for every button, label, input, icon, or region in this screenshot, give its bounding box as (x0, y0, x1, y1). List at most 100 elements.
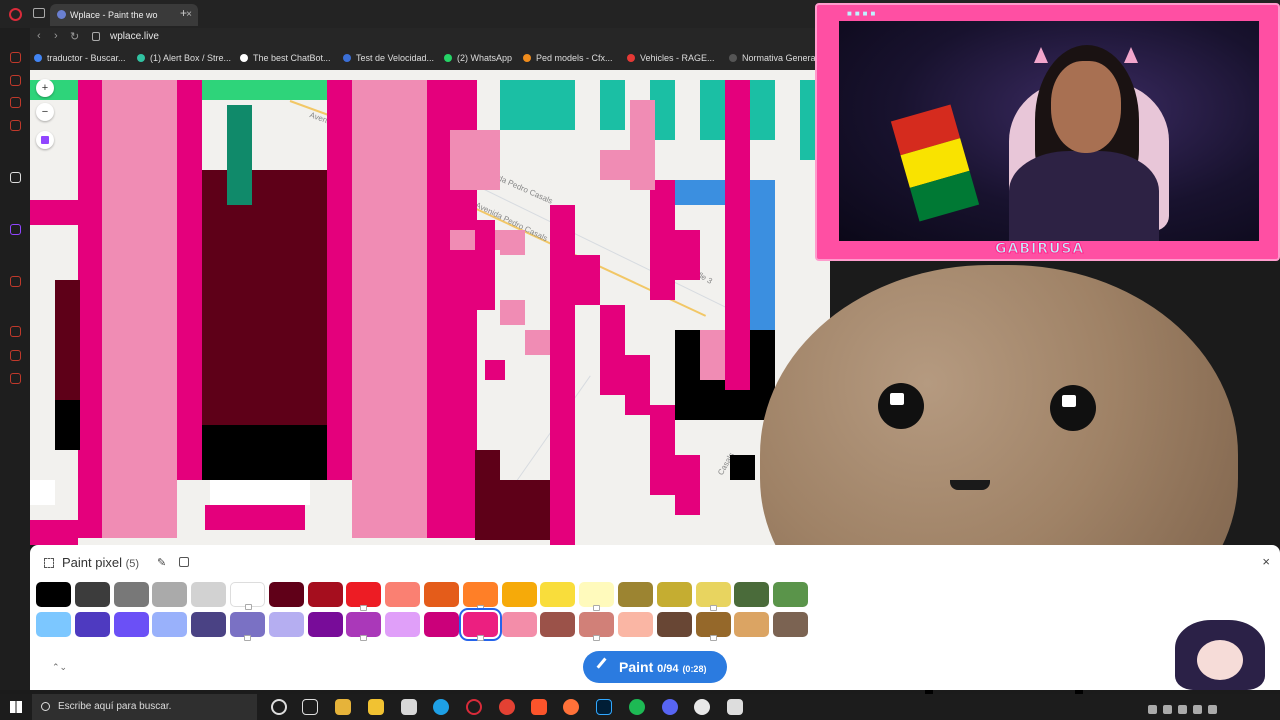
bookmark-item[interactable]: The best ChatBot... (240, 53, 331, 63)
cortana-icon[interactable] (271, 699, 287, 715)
bookmark-item[interactable]: Vehicles - RAGE... (627, 53, 715, 63)
edge-icon[interactable] (433, 699, 449, 715)
color-swatch[interactable] (656, 612, 692, 637)
color-swatch[interactable] (346, 612, 382, 641)
photos-icon[interactable] (727, 699, 743, 715)
reload-icon[interactable]: ↻ (70, 30, 79, 43)
pencil-icon[interactable]: ✎ (157, 556, 166, 569)
color-swatch[interactable] (618, 582, 653, 607)
brave-icon[interactable] (531, 699, 547, 715)
color-swatch[interactable] (579, 582, 615, 611)
firefox-icon[interactable] (563, 699, 579, 715)
player-icon[interactable] (10, 276, 21, 287)
tab-close-icon[interactable]: × (186, 4, 192, 26)
color-swatch[interactable] (695, 582, 731, 611)
twitch-icon[interactable] (36, 131, 54, 149)
back-icon[interactable]: ‹ (37, 30, 41, 42)
color-swatch[interactable] (36, 582, 71, 607)
map-canvas[interactable]: Avenida Pedro Casals Avenida Pedro Casal… (30, 70, 830, 545)
bookmark-item[interactable]: Ped models - Cfx... (523, 53, 613, 63)
taskbar-search[interactable]: Escribe aquí para buscar. (32, 694, 257, 720)
color-swatch[interactable] (385, 582, 421, 607)
obs-icon[interactable] (694, 699, 710, 715)
settings-icon[interactable] (10, 373, 21, 384)
color-swatch[interactable] (695, 612, 731, 641)
spotify-icon[interactable] (629, 699, 645, 715)
color-swatch[interactable] (307, 582, 343, 607)
zoom-in-button[interactable]: + (36, 79, 54, 97)
opera-icon[interactable] (466, 699, 482, 715)
paint-button[interactable]: Paint 0/94 (0:28) (583, 651, 727, 683)
discord-icon[interactable] (662, 699, 678, 715)
store-icon[interactable] (335, 699, 351, 715)
color-swatch[interactable] (36, 612, 71, 637)
folder-icon[interactable] (368, 699, 384, 715)
color-swatch[interactable] (773, 612, 809, 637)
color-swatch[interactable] (74, 582, 110, 607)
color-swatch[interactable] (346, 582, 382, 611)
new-tab-icon[interactable]: + (180, 6, 187, 20)
twitch-sidebar-icon[interactable] (10, 224, 21, 235)
windows-start-icon[interactable] (10, 701, 22, 713)
bookmark-item[interactable]: traductor - Buscar... (34, 53, 126, 63)
url-field[interactable]: wplace.live (110, 31, 159, 42)
color-swatch[interactable] (773, 582, 809, 607)
color-swatch[interactable] (268, 582, 304, 607)
color-swatch[interactable] (424, 612, 459, 637)
color-swatch[interactable] (618, 612, 653, 637)
color-swatch[interactable] (462, 612, 498, 641)
expand-icon[interactable] (44, 558, 54, 568)
collapse-icon[interactable]: ⌃⌄ (52, 662, 67, 673)
color-swatch[interactable] (501, 612, 537, 637)
tray-icon[interactable] (1178, 705, 1187, 714)
opera-logo-icon[interactable] (9, 8, 22, 21)
ai-icon[interactable] (10, 52, 21, 63)
color-swatch[interactable] (152, 612, 188, 637)
color-swatch[interactable] (579, 612, 615, 641)
color-swatch[interactable] (191, 582, 227, 607)
extension-icon[interactable] (10, 350, 21, 361)
pinboard-icon[interactable] (10, 97, 21, 108)
color-swatch[interactable] (734, 582, 770, 607)
color-swatch[interactable] (230, 582, 265, 610)
color-swatch[interactable] (191, 612, 227, 637)
app-icon[interactable] (401, 699, 417, 715)
browser-tab-wplace[interactable]: Wplace - Paint the wo × (50, 4, 198, 26)
color-swatch[interactable] (113, 612, 149, 637)
color-swatch[interactable] (656, 582, 692, 607)
color-swatch[interactable] (113, 582, 149, 607)
color-swatch[interactable] (230, 612, 265, 641)
tray-icon[interactable] (1193, 705, 1202, 714)
tray-icon[interactable] (1148, 705, 1157, 714)
bookmark-item[interactable]: (2) WhatsApp (444, 53, 512, 63)
tray-icon[interactable] (1163, 705, 1172, 714)
color-swatch[interactable] (540, 612, 576, 637)
bag-icon[interactable] (10, 75, 21, 86)
color-swatch[interactable] (268, 612, 304, 637)
bookmark-item[interactable]: (1) Alert Box / Stre... (137, 53, 231, 63)
bookmark-item[interactable]: Normativa Genera... (729, 53, 823, 63)
tray-icon[interactable] (1208, 705, 1217, 714)
zoom-out-button[interactable]: − (36, 103, 54, 121)
color-swatch[interactable] (462, 582, 498, 611)
tab-list-icon[interactable] (33, 8, 45, 18)
history-icon[interactable] (10, 120, 21, 131)
task-view-icon[interactable] (302, 699, 318, 715)
grid-icon[interactable] (179, 557, 189, 567)
system-tray[interactable] (1148, 701, 1268, 714)
clock-icon[interactable] (10, 326, 21, 337)
chrome-icon[interactable] (499, 699, 515, 715)
color-swatch[interactable] (385, 612, 421, 637)
aria-icon[interactable] (10, 172, 21, 183)
color-swatch[interactable] (734, 612, 770, 637)
color-swatch[interactable] (540, 582, 576, 607)
color-swatch[interactable] (307, 612, 343, 637)
color-swatch[interactable] (152, 582, 188, 607)
color-swatch[interactable] (74, 612, 110, 637)
bookmark-item[interactable]: Test de Velocidad... (343, 53, 434, 63)
photoshop-icon[interactable] (596, 699, 612, 715)
close-icon[interactable]: × (1262, 554, 1270, 569)
color-swatch[interactable] (501, 582, 537, 607)
forward-icon[interactable]: › (54, 30, 58, 42)
color-swatch[interactable] (424, 582, 459, 607)
